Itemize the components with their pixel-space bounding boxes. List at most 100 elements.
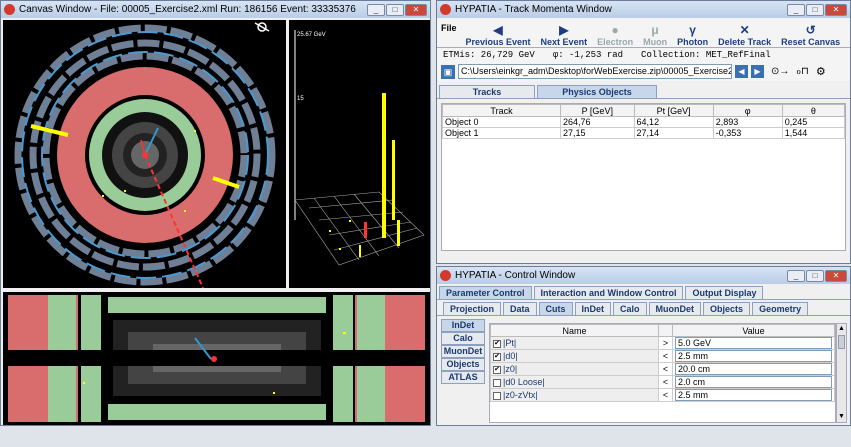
tab-tracks[interactable]: Tracks (439, 85, 535, 98)
tab-physics-objects[interactable]: Physics Objects (537, 85, 657, 98)
table-row[interactable]: Object 0 264,76 64,12 2,893 0,245 (442, 116, 846, 128)
collection-value: Collection: MET_RefFinal (641, 50, 771, 60)
control-main-tabs: Parameter Control Interaction and Window… (437, 284, 850, 300)
xy-view[interactable] (3, 20, 286, 289)
next-event-button[interactable]: ▶ Next Event (536, 23, 593, 47)
col-p[interactable]: P [GeV] (560, 104, 635, 117)
vtab-objects[interactable]: Objects (441, 358, 485, 371)
checkbox-d0[interactable]: ✔ (493, 352, 501, 361)
muon-button[interactable]: μ Muon (638, 23, 672, 47)
col-name[interactable]: Name (490, 324, 659, 337)
control-window-title: HYPATIA - Control Window (455, 270, 576, 281)
vtab-muondet[interactable]: MuonDet (441, 345, 485, 358)
canvas-window-titlebar[interactable]: Canvas Window - File: 00005_Exercise2.xm… (1, 1, 430, 18)
table-row[interactable]: ✔ |Pt| >5.0 GeV (490, 336, 835, 350)
canvas-window-title: Canvas Window - File: 00005_Exercise2.xm… (19, 4, 356, 15)
col-phi[interactable]: φ (712, 104, 783, 117)
control-window-titlebar[interactable]: HYPATIA - Control Window _ □ ✕ (437, 267, 850, 284)
close-icon[interactable]: ✕ (405, 3, 427, 16)
track-toolbar: File ◀ Previous Event ▶ Next Event ● Electr… (437, 18, 850, 48)
col-track[interactable]: Track (442, 104, 561, 117)
tab-muondet[interactable]: MuonDet (648, 302, 702, 315)
close-icon[interactable]: ✕ (825, 269, 847, 282)
previous-event-button[interactable]: ◀ Previous Event (461, 23, 536, 47)
minimize-icon[interactable]: _ (367, 3, 385, 16)
col-pt[interactable]: Pt [GeV] (633, 104, 714, 117)
event-info: ETMis: 26,729 GeV φ: -1,253 rad Collecti… (437, 48, 850, 62)
forward-arrow-icon[interactable]: ▶ (751, 65, 764, 78)
scrollbar[interactable]: ▲ ▼ (836, 323, 847, 423)
tab-data[interactable]: Data (503, 302, 537, 315)
electron-icon: ● (611, 23, 619, 37)
tab-interaction-window-control[interactable]: Interaction and Window Control (533, 286, 684, 299)
maximize-icon[interactable]: □ (386, 3, 404, 16)
col-theta[interactable]: θ (781, 104, 846, 117)
filter-icon[interactable]: ℴ⊓ (796, 66, 808, 77)
back-arrow-icon[interactable]: ◀ (735, 65, 748, 78)
rz-view[interactable] (3, 292, 430, 425)
vtab-calo[interactable]: Calo (441, 332, 485, 345)
col-op (658, 324, 673, 337)
vtab-indet[interactable]: InDet (441, 319, 485, 332)
tab-geometry[interactable]: Geometry (752, 302, 809, 315)
scroll-up-icon[interactable]: ▲ (837, 324, 846, 334)
tab-parameter-control[interactable]: Parameter Control (439, 286, 532, 299)
file-path-field[interactable]: C:\Users\einkgr_adm\Desktop\forWebExerci… (458, 64, 732, 79)
col-value[interactable]: Value (672, 324, 835, 337)
previous-icon: ◀ (493, 23, 503, 37)
key-icon[interactable]: ⊙→ (771, 66, 789, 77)
cuts-table: Name Value ✔ |Pt| >5.0 GeV ✔ |d0| <2.5 mm ✔ |z… (489, 323, 836, 423)
checkbox-pt[interactable]: ✔ (493, 339, 501, 348)
minimize-icon[interactable]: _ (787, 269, 805, 282)
control-window: HYPATIA - Control Window _ □ ✕ Parameter C… (436, 266, 851, 426)
track-momenta-window: HYPATIA - Track Momenta Window _ □ ✕ File … (436, 0, 851, 264)
table-row[interactable]: Object 1 27,15 27,14 -0,353 1,544 (442, 127, 846, 139)
scroll-down-icon[interactable]: ▼ (837, 412, 846, 422)
close-icon[interactable]: ✕ (825, 3, 847, 16)
delete-icon: ✕ (739, 23, 750, 37)
save-icon[interactable]: ▣ (441, 64, 455, 79)
lego-plot[interactable]: 25.67 GeV 15 (289, 20, 430, 288)
value-input[interactable]: 20.0 cm (675, 363, 832, 375)
track-window-title: HYPATIA - Track Momenta Window (455, 4, 612, 15)
physics-objects-table: Track P [GeV] Pt [GeV] φ θ Object 0 264,76 64,… (441, 103, 846, 251)
track-tabs: Tracks Physics Objects (437, 83, 850, 99)
checkbox-z0[interactable]: ✔ (493, 365, 501, 374)
tab-indet[interactable]: InDet (574, 302, 612, 315)
table-row[interactable]: |d0 Loose| <2.0 cm (490, 375, 835, 389)
delete-track-button[interactable]: ✕ Delete Track (713, 23, 776, 47)
value-input[interactable]: 2.0 cm (675, 376, 832, 388)
maximize-icon[interactable]: □ (806, 269, 824, 282)
settings-icon[interactable]: ⚙ (816, 65, 826, 78)
scroll-thumb[interactable] (838, 335, 845, 349)
phi-value: φ: -1,253 rad (552, 50, 624, 60)
checkbox-z0-zvtx[interactable] (493, 391, 501, 400)
tab-output-display[interactable]: Output Display (685, 286, 764, 299)
tab-projection[interactable]: Projection (443, 302, 502, 315)
table-row[interactable]: |z0-zVtx| <2.5 mm (490, 388, 835, 402)
vtab-atlas[interactable]: ATLAS (441, 371, 485, 384)
next-icon: ▶ (559, 23, 569, 37)
tab-objects[interactable]: Objects (703, 302, 751, 315)
checkbox-d0-loose[interactable] (493, 378, 501, 387)
table-row[interactable]: ✔ |z0| <20.0 cm (490, 362, 835, 376)
track-window-titlebar[interactable]: HYPATIA - Track Momenta Window _ □ ✕ (437, 1, 850, 18)
canvas-window: Canvas Window - File: 00005_Exercise2.xm… (0, 0, 431, 426)
file-menu[interactable]: File (439, 23, 461, 47)
photon-button[interactable]: γ Photon (672, 23, 713, 47)
value-input[interactable]: 5.0 GeV (675, 337, 832, 349)
table-row[interactable]: ✔ |d0| <2.5 mm (490, 349, 835, 363)
photon-icon: γ (689, 23, 696, 37)
tab-calo[interactable]: Calo (613, 302, 647, 315)
reset-canvas-button[interactable]: ↺ Reset Canvas (776, 23, 845, 47)
app-icon (440, 270, 451, 281)
minimize-icon[interactable]: _ (787, 3, 805, 16)
value-input[interactable]: 2.5 mm (675, 350, 832, 362)
control-sub-tabs: Projection Data Cuts InDet Calo MuonDet … (437, 300, 850, 316)
value-input[interactable]: 2.5 mm (675, 389, 832, 401)
maximize-icon[interactable]: □ (806, 3, 824, 16)
tab-cuts[interactable]: Cuts (538, 302, 573, 315)
app-icon (440, 4, 451, 15)
muon-icon: μ (651, 23, 659, 37)
electron-button[interactable]: ● Electron (592, 23, 638, 47)
